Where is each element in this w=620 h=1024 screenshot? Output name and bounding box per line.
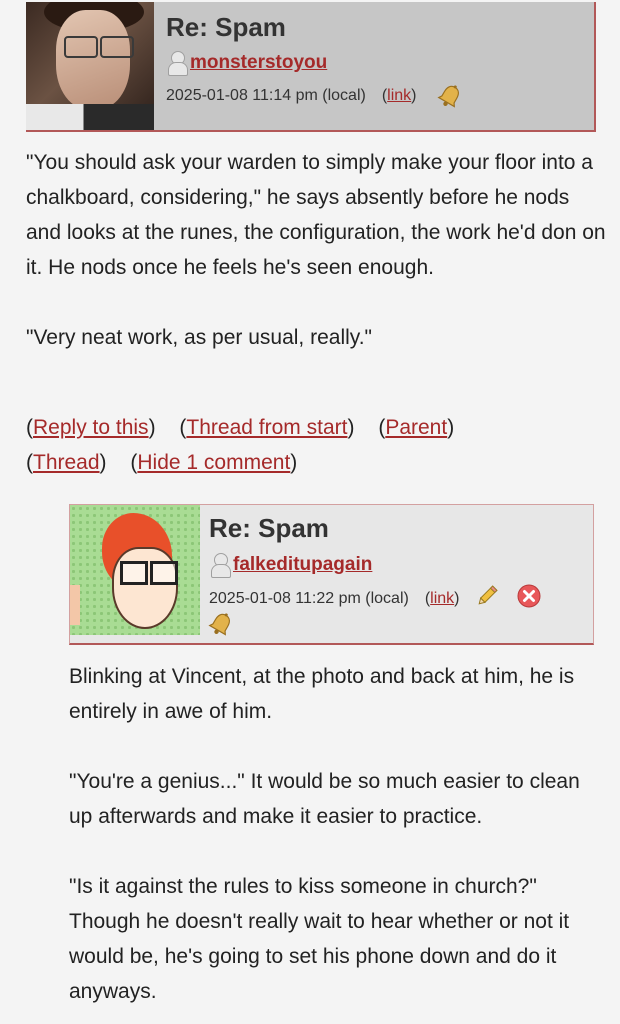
- hide-comments-link[interactable]: Hide 1 comment: [137, 451, 290, 474]
- reply-comment-header: Re: Spam falkeditupagain 2025-01-08 11:2…: [69, 504, 594, 645]
- comment-paragraph: "You should ask your warden to simply ma…: [26, 151, 606, 279]
- comment-header: Re: Spam monsterstoyou 2025-01-08 11:14 …: [26, 2, 596, 132]
- comment-meta: 2025-01-08 11:14 pm (local) (link): [166, 83, 463, 109]
- thread-action: (Thread): [26, 451, 107, 474]
- username-link[interactable]: monsterstoyou: [190, 52, 327, 74]
- avatar-glasses-right: [150, 561, 178, 585]
- permalink-wrapper: (link): [424, 589, 460, 607]
- pencil-icon[interactable]: [474, 583, 500, 614]
- comment-datetime: 2025-01-08 11:22 pm (local): [209, 589, 409, 607]
- user-icon[interactable]: [168, 51, 188, 76]
- comment-paragraph: "You're a genius..." It would be so much…: [69, 770, 580, 828]
- avatar-collar: [26, 104, 154, 130]
- user-icon[interactable]: [211, 553, 231, 578]
- comment-paragraph: "Very neat work, as per usual, really.": [26, 326, 373, 349]
- hide-comments-action: (Hide 1 comment): [130, 451, 298, 474]
- reply-link[interactable]: Reply to this: [33, 416, 149, 439]
- parent-link[interactable]: Parent: [385, 416, 447, 439]
- permalink[interactable]: link: [430, 590, 454, 607]
- comment-actions: (Reply to this) (Thread from start) (Par…: [26, 410, 606, 480]
- parent-action: (Parent): [378, 416, 455, 439]
- thread-from-start-link[interactable]: Thread from start: [186, 416, 347, 439]
- comment-subject: Re: Spam: [166, 12, 286, 42]
- thread-from-start-action: (Thread from start): [179, 416, 355, 439]
- comment-body: "You should ask your warden to simply ma…: [26, 145, 606, 355]
- reply-action: (Reply to this): [26, 416, 156, 439]
- permalink[interactable]: link: [387, 87, 411, 104]
- user-avatar[interactable]: [70, 505, 200, 635]
- avatar-glasses-left: [120, 561, 148, 585]
- thread-link[interactable]: Thread: [33, 451, 100, 474]
- comment-meta: 2025-01-08 11:22 pm (local) (link): [209, 583, 542, 614]
- avatar-glasses-right: [100, 36, 134, 58]
- avatar-detail: [70, 585, 80, 625]
- avatar-face: [56, 10, 130, 110]
- poster: monsterstoyou: [168, 50, 327, 76]
- comment-subject: Re: Spam: [209, 513, 329, 543]
- delete-icon[interactable]: [516, 583, 542, 614]
- user-avatar[interactable]: [26, 2, 154, 130]
- comment-paragraph: Blinking at Vincent, at the photo and ba…: [69, 665, 575, 723]
- permalink-wrapper: (link): [381, 87, 417, 104]
- avatar-face: [112, 547, 178, 629]
- bell-icon[interactable]: [436, 83, 463, 109]
- username-link[interactable]: falkeditupagain: [233, 554, 372, 576]
- reply-comment-body: Blinking at Vincent, at the photo and ba…: [69, 659, 604, 1009]
- comment-datetime: 2025-01-08 11:14 pm (local): [166, 87, 366, 104]
- bell-icon[interactable]: [208, 611, 234, 637]
- avatar-glasses-left: [64, 36, 98, 58]
- poster: falkeditupagain: [211, 552, 372, 578]
- comment-paragraph: "Is it against the rules to kiss someone…: [69, 875, 570, 1003]
